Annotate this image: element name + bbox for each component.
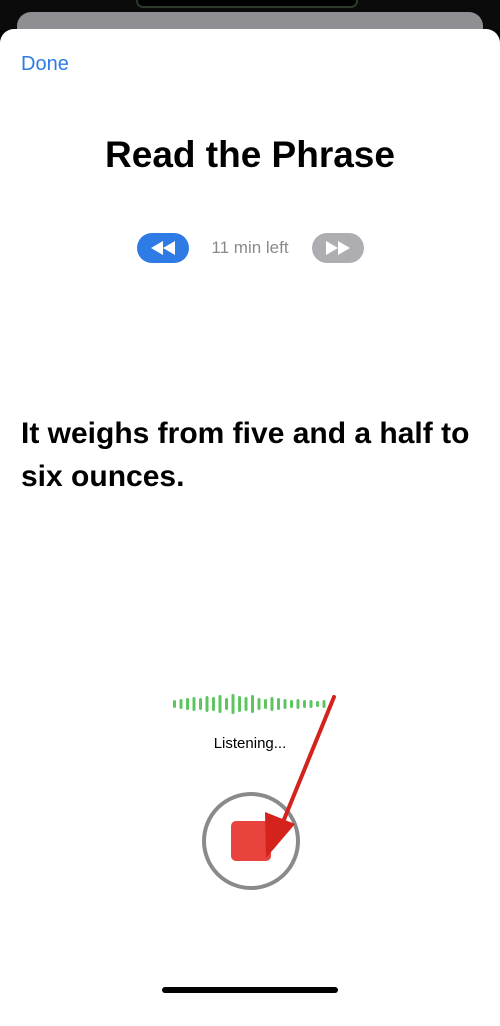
waveform-bar — [205, 696, 209, 712]
home-indicator — [162, 987, 338, 993]
waveform-bar — [316, 701, 319, 707]
waveform-bar — [303, 700, 306, 708]
waveform-bar — [251, 695, 254, 713]
waveform-visualizer — [173, 694, 326, 714]
page-title: Read the Phrase — [105, 134, 395, 175]
waveform-bar — [212, 697, 215, 711]
timer-row: 11 min left — [0, 233, 500, 263]
done-button[interactable]: Done — [21, 53, 69, 76]
next-phrase-button[interactable] — [312, 233, 364, 263]
waveform-bar — [192, 697, 196, 711]
waveform-bar — [290, 700, 293, 708]
waveform-bar — [322, 700, 326, 708]
waveform-bar — [264, 699, 267, 709]
waveform-bar — [309, 700, 313, 708]
rewind-icon — [151, 241, 175, 255]
stop-icon — [231, 821, 271, 861]
waveform-bar — [296, 699, 300, 709]
dynamic-island — [136, 0, 358, 8]
waveform-bar — [283, 699, 287, 709]
waveform-bar — [231, 694, 235, 714]
stop-recording-button[interactable] — [202, 792, 300, 890]
waveform-bar — [186, 698, 189, 710]
waveform-bar — [244, 697, 248, 711]
time-remaining: 11 min left — [211, 238, 289, 257]
waveform-bar — [218, 695, 222, 713]
phrase-text: It weighs from five and a half to six ou… — [21, 417, 470, 493]
waveform-bar — [270, 697, 274, 711]
waveform-bar — [277, 698, 280, 710]
waveform-bar — [173, 700, 176, 708]
previous-phrase-button[interactable] — [137, 233, 189, 263]
waveform-bar — [238, 696, 241, 712]
waveform-bar — [199, 698, 202, 710]
waveform-bar — [179, 699, 183, 709]
fast-forward-icon — [326, 241, 350, 255]
waveform-bar — [257, 698, 261, 710]
waveform-bar — [225, 698, 228, 710]
listening-status: Listening... — [213, 735, 287, 752]
